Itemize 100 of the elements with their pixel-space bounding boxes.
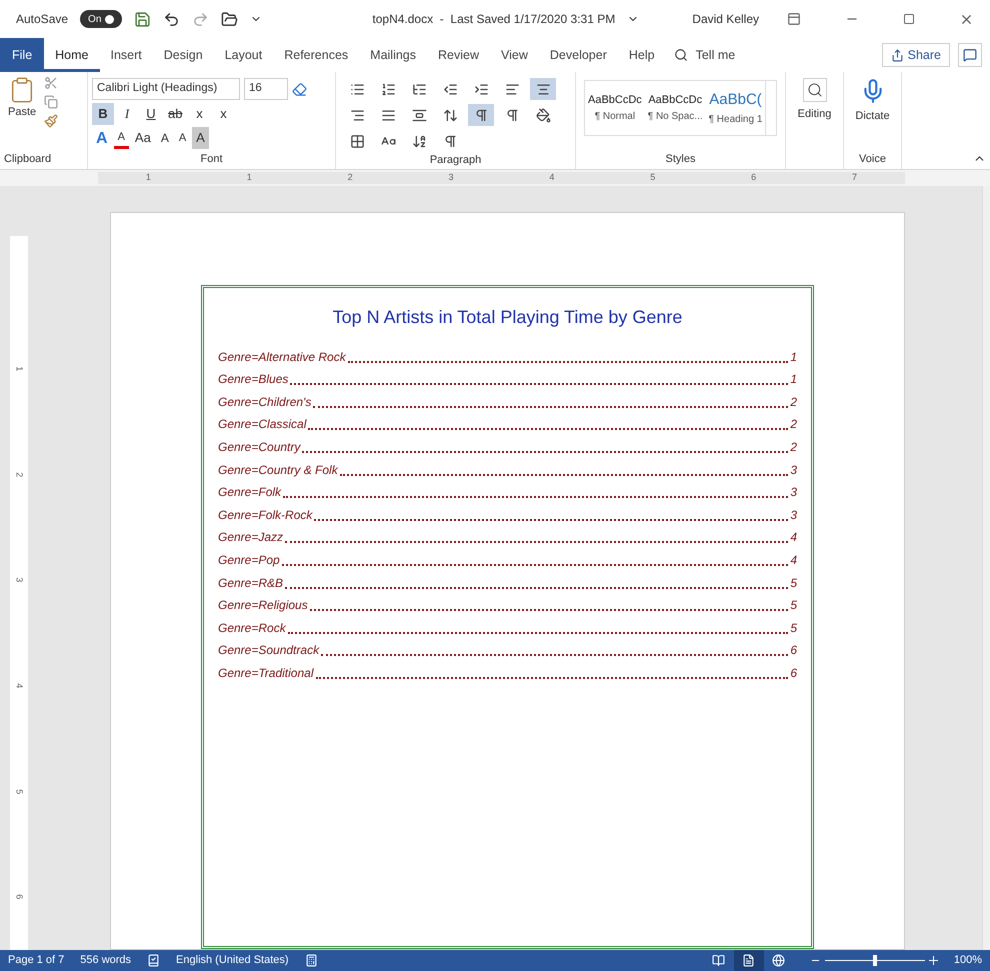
shrink-button[interactable]: A [174,127,190,149]
underline-button[interactable]: U [140,103,162,125]
ribbon-tab[interactable]: References [273,38,360,72]
toc-entry[interactable]: Genre=Country 2 [218,433,797,456]
toc-entry[interactable]: Genre=Pop 4 [218,546,797,569]
bullets-icon [350,82,364,96]
word-count[interactable]: 556 words [80,952,132,969]
search-icon[interactable] [802,78,826,102]
case-button[interactable]: Aa [130,127,155,149]
scrollbar[interactable] [982,186,990,950]
ruler-number: 2 [14,472,26,477]
toc-entry[interactable]: Genre=Jazz 4 [218,524,797,546]
ribbon-tab[interactable]: Review [427,38,490,72]
ribbon-tab[interactable]: Home [44,38,100,72]
save-icon[interactable] [134,10,152,28]
ribbon-tab[interactable]: Mailings [359,38,428,72]
tell-me-field[interactable]: Tell me [696,46,736,64]
toc-entry[interactable]: Genre=Soundtrack 6 [218,636,797,660]
style-item[interactable]: AaBbCcDc ¶ No Spac... [644,92,706,124]
ribbon-tab[interactable]: View [490,38,539,72]
toc-entry[interactable]: Genre=Rock 5 [218,614,797,637]
ruler-number: 6 [14,894,26,900]
zoom-in-icon[interactable] [928,956,938,965]
cut-icon[interactable] [44,76,58,90]
justify-icon [380,108,396,122]
left-icon [504,82,520,96]
font-size-field[interactable]: 16 [244,78,288,100]
format-painter-icon[interactable] [44,114,58,128]
editing-button[interactable]: Editing [798,106,832,122]
ruler-number: 1 [14,366,26,372]
ltr-button[interactable] [468,104,494,126]
ruler-number: 2 [348,171,353,184]
autosave-toggle[interactable]: On [80,10,122,28]
outdent-icon [442,82,458,96]
marks-icon [442,134,458,148]
ruler-number: 7 [852,171,858,184]
sup-button[interactable]: x [212,103,234,125]
paste-button[interactable]: Paste [8,104,36,120]
shade-button[interactable]: A [192,127,209,149]
strike-button[interactable]: ab [164,103,186,125]
print-view-button[interactable] [734,950,764,971]
ruler-number: 3 [14,578,26,583]
zoom-slider[interactable] [824,955,925,966]
toc-entry[interactable]: Genre=Country & Folk 3 [218,456,797,479]
color-button[interactable]: A [114,127,129,149]
zoom-thumb[interactable] [872,955,877,966]
maximize-icon[interactable] [903,13,915,25]
style-item[interactable]: AaBbCcDc ¶ Normal [585,92,645,124]
clear-format-icon[interactable] [292,82,307,96]
ruler-number: 5 [650,171,656,184]
ruler-number: 1 [146,171,151,184]
ribbon-tab[interactable]: Design [152,38,214,72]
grow-button[interactable]: A [156,127,173,149]
page-count[interactable]: Page 1 of 7 [8,952,64,969]
dictate-button[interactable]: Dictate [855,108,890,124]
indent-icon [474,82,488,96]
toc-entry[interactable]: Genre=Blues 1 [218,366,797,388]
ribbon-tab[interactable]: Help [618,38,666,72]
toc-entry[interactable]: Genre=Folk 3 [218,478,797,502]
ribbon-tab[interactable]: Layout [214,38,274,72]
font-name-field[interactable]: Calibri Light (Headings) [92,78,240,100]
undo-icon[interactable] [163,10,180,28]
bold-button[interactable]: B [92,103,114,125]
ribbon-tab[interactable]: Developer [538,38,618,72]
right-icon [350,108,364,122]
print-view-icon [742,954,756,967]
center-button[interactable] [530,78,556,100]
group-label: Paragraph [428,153,482,168]
ruler-number: 4 [14,683,26,688]
center-icon [536,82,550,96]
toc-entry[interactable]: Genre=R&B 5 [218,568,797,592]
copy-icon[interactable] [44,95,58,109]
proofing-icon[interactable] [147,954,160,967]
numbers-icon [380,82,396,96]
comments-icon[interactable] [958,43,982,67]
file-tab[interactable]: File [0,38,44,72]
toc-entry[interactable]: Genre=Folk-Rock 3 [218,501,797,524]
share-button[interactable]: Share [882,43,950,67]
ribbon-tab[interactable]: Insert [100,38,153,72]
group-label: Clipboard [3,152,52,167]
user-name: David Kelley [692,11,759,28]
ribbon-display-icon[interactable] [787,12,801,26]
ruler-number: 3 [448,171,454,184]
toc-entry[interactable]: Genre=Alternative Rock 1 [218,343,797,366]
ruler-number: 1 [246,171,252,184]
document-title: Top N Artists in Total Playing Time by Genre [332,306,684,329]
folder-icon[interactable] [221,10,238,28]
group-label: Styles [664,152,696,167]
toc-entry[interactable]: Genre=Traditional 6 [218,659,797,682]
group-label: Voice [859,152,886,167]
italic-button[interactable]: I [116,103,138,125]
toc-entry[interactable]: Genre=Religious 5 [218,592,797,614]
style-item[interactable]: AaBbC( ¶ Heading 1 [706,89,766,127]
web-view-icon [772,954,786,967]
effects-button[interactable]: A [92,127,112,149]
toc-entry[interactable]: Genre=Children's 2 [218,388,797,411]
toc-entry[interactable]: Genre=Classical 2 [218,410,797,434]
sub-button[interactable]: x [188,103,210,125]
language[interactable]: English (United States) [176,952,289,969]
zoom-level[interactable]: 100% [954,952,982,969]
